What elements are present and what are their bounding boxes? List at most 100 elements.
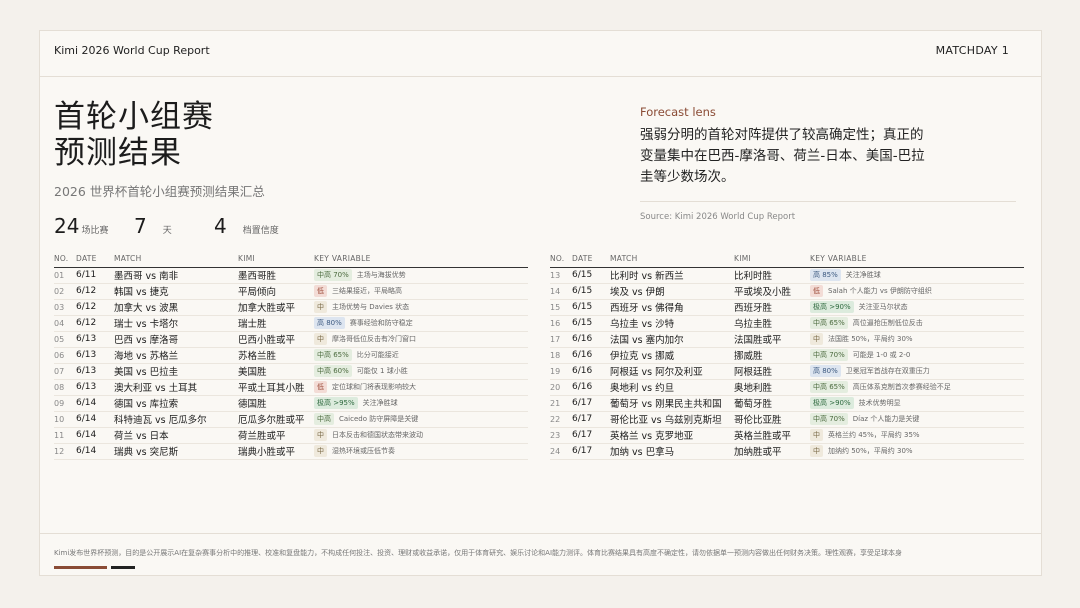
table-row: 14 6/15 埃及 vs 伊朗 平或埃及小胜低 Salah 个人能力 vs 伊朗防守组…: [550, 283, 1024, 300]
row-match: 阿根廷 vs 阿尔及利亚: [610, 363, 734, 380]
disclaimer-text: Kimi发布世界杯预测，目的是公开展示AI在复杂赛事分析中的推理、校准和复盘能力…: [54, 549, 903, 557]
table-row: 04 6/12 瑞士 vs 卡塔尔 瑞士胜高 80% 赛事经验和防守稳定: [54, 315, 528, 332]
confidence-badge: 中高 60%: [314, 365, 352, 377]
row-key-variable: 低定位球和门将表现影响较大: [314, 379, 528, 396]
table-row: 06 6/13 海地 vs 苏格兰 苏格兰胜 中高 65% 比分可能接近: [54, 347, 528, 364]
row-number: 21: [550, 395, 572, 412]
row-kimi-pick: 平局倾向: [238, 283, 314, 300]
row-match: 埃及 vs 伊朗: [610, 283, 734, 300]
row-kimi-pick: 瑞典小胜或平: [238, 443, 314, 460]
row-match: 英格兰 vs 克罗地亚: [610, 427, 734, 444]
confidence-badge: 高 80%: [314, 317, 345, 329]
row-date: 6/12: [76, 315, 114, 332]
top-bar: Kimi 2026 World Cup Report MATCHDAY 1: [40, 31, 1041, 77]
variable-note: Caicedo 防守屏障是关键: [339, 415, 419, 423]
table-row: 11 6/14 荷兰 vs 日本 荷兰胜或平中日本反击和德国状态带来波动: [54, 427, 528, 444]
row-kimi-pick: 哥伦比亚胜: [734, 411, 810, 428]
row-number: 08: [54, 379, 76, 396]
stat-label: 天: [162, 226, 172, 236]
row-match: 乌拉圭 vs 沙特: [610, 315, 734, 332]
source-divider: [640, 201, 1016, 202]
confidence-badge: 低: [314, 285, 327, 297]
variable-note: 高压体系克制首次参赛经验不足: [852, 383, 951, 391]
row-date: 6/13: [76, 363, 114, 380]
row-number: 09: [54, 395, 76, 412]
row-match: 葡萄牙 vs 刚果民主共和国: [610, 395, 734, 412]
variable-note: 可能是 1-0 或 2-0: [852, 351, 911, 359]
row-number: 22: [550, 411, 572, 428]
source-label: Source: Kimi 2026 World Cup Report: [640, 212, 796, 222]
row-date: 6/14: [76, 427, 114, 444]
table-row: 15 6/15 西班牙 vs 佛得角 西班牙胜 极高 >90% 关注亚马尔状态: [550, 299, 1024, 316]
row-match: 瑞典 vs 突尼斯: [114, 443, 238, 460]
stat-label: 档置信度: [242, 226, 279, 236]
row-key-variable: 极高 >95% 关注净胜球: [314, 395, 528, 412]
confidence-badge: 中: [314, 333, 327, 345]
row-number: 02: [54, 283, 76, 300]
row-match: 科特迪瓦 vs 厄瓜多尔: [114, 411, 238, 428]
row-date: 6/16: [572, 331, 610, 348]
table-row: 12 6/14 瑞典 vs 突尼斯 瑞典小胜或平中湿热环境或压低节奏: [54, 443, 528, 460]
row-key-variable: 中主场优势与 Davies 状态: [314, 299, 528, 316]
confidence-badge: 极高 >90%: [810, 301, 854, 313]
confidence-badge: 中高: [314, 413, 334, 425]
row-match: 墨西哥 vs 南非: [114, 267, 238, 284]
row-key-variable: 中高 70% Díaz 个人能力是关键: [810, 411, 1024, 428]
col-no: NO.: [550, 251, 572, 268]
col-match: MATCH: [114, 251, 238, 268]
title-line-1: 首轮小组赛: [54, 99, 214, 135]
variable-note: 可能仅 1 球小胜: [356, 367, 408, 375]
row-match: 巴西 vs 摩洛哥: [114, 331, 238, 348]
matchday-label: MATCHDAY 1: [935, 44, 1009, 57]
variable-note: 定位球和门将表现影响较大: [332, 383, 416, 391]
table-row: 19 6/16 阿根廷 vs 阿尔及利亚 阿根廷胜高 80% 卫冕冠军首战存在双重压力: [550, 363, 1024, 380]
col-date: DATE: [76, 251, 114, 268]
row-kimi-pick: 德国胜: [238, 395, 314, 412]
row-match: 法国 vs 塞内加尔: [610, 331, 734, 348]
table-row: 24 6/17 加纳 vs 巴拿马 加纳胜或平中加纳约 50%，平局约 30%: [550, 443, 1024, 460]
row-date: 6/11: [76, 267, 114, 284]
row-kimi-pick: 美国胜: [238, 363, 314, 380]
row-key-variable: 中日本反击和德国状态带来波动: [314, 427, 528, 444]
row-key-variable: 中高 65% 高位逼抢压制低位反击: [810, 315, 1024, 332]
row-date: 6/17: [572, 427, 610, 444]
row-date: 6/13: [76, 379, 114, 396]
row-match: 美国 vs 巴拉圭: [114, 363, 238, 380]
table-row: 10 6/14 科特迪瓦 vs 厄瓜多尔 厄瓜多尔胜或平 中高 Caicedo 防守屏障是…: [54, 411, 528, 428]
row-date: 6/14: [76, 395, 114, 412]
row-date: 6/15: [572, 283, 610, 300]
row-kimi-pick: 比利时胜: [734, 267, 810, 284]
confidence-badge: 中: [314, 301, 327, 313]
row-match: 加纳 vs 巴拿马: [610, 443, 734, 460]
row-key-variable: 中高 Caicedo 防守屏障是关键: [314, 411, 528, 428]
row-key-variable: 极高 >90% 关注亚马尔状态: [810, 299, 1024, 316]
stat-confidence: 4 档置信度: [214, 214, 279, 238]
row-kimi-pick: 荷兰胜或平: [238, 427, 314, 444]
table-row: 21 6/17 葡萄牙 vs 刚果民主共和国 葡萄牙胜 极高 >90% 技术优势明显: [550, 395, 1024, 412]
confidence-badge: 中高 65%: [810, 381, 848, 393]
row-key-variable: 低 Salah 个人能力 vs 伊朗防守组织: [810, 283, 1024, 300]
variable-note: 关注净胜球: [845, 271, 881, 279]
row-date: 6/13: [76, 331, 114, 348]
row-kimi-pick: 巴西小胜或平: [238, 331, 314, 348]
confidence-badge: 中高 65%: [314, 349, 352, 361]
confidence-badge: 中高 70%: [314, 269, 352, 281]
confidence-badge: 中高 65%: [810, 317, 848, 329]
row-key-variable: 高 85% 关注净胜球: [810, 267, 1024, 284]
row-date: 6/17: [572, 411, 610, 428]
stat-number: 4: [214, 214, 227, 238]
footer-divider: [40, 533, 1041, 534]
row-kimi-pick: 平或埃及小胜: [734, 283, 810, 300]
row-kimi-pick: 葡萄牙胜: [734, 395, 810, 412]
row-match: 伊拉克 vs 挪威: [610, 347, 734, 364]
row-number: 23: [550, 427, 572, 444]
variable-note: 技术优势明显: [858, 399, 901, 407]
row-key-variable: 高 80% 卫冕冠军首战存在双重压力: [810, 363, 1024, 380]
row-date: 6/16: [572, 379, 610, 396]
row-match: 奥地利 vs 约旦: [610, 379, 734, 396]
row-match: 哥伦比亚 vs 乌兹别克斯坦: [610, 411, 734, 428]
variable-note: 高位逼抢压制低位反击: [852, 319, 923, 327]
confidence-badge: 极高 >90%: [810, 397, 854, 409]
row-date: 6/17: [572, 443, 610, 460]
row-number: 05: [54, 331, 76, 348]
